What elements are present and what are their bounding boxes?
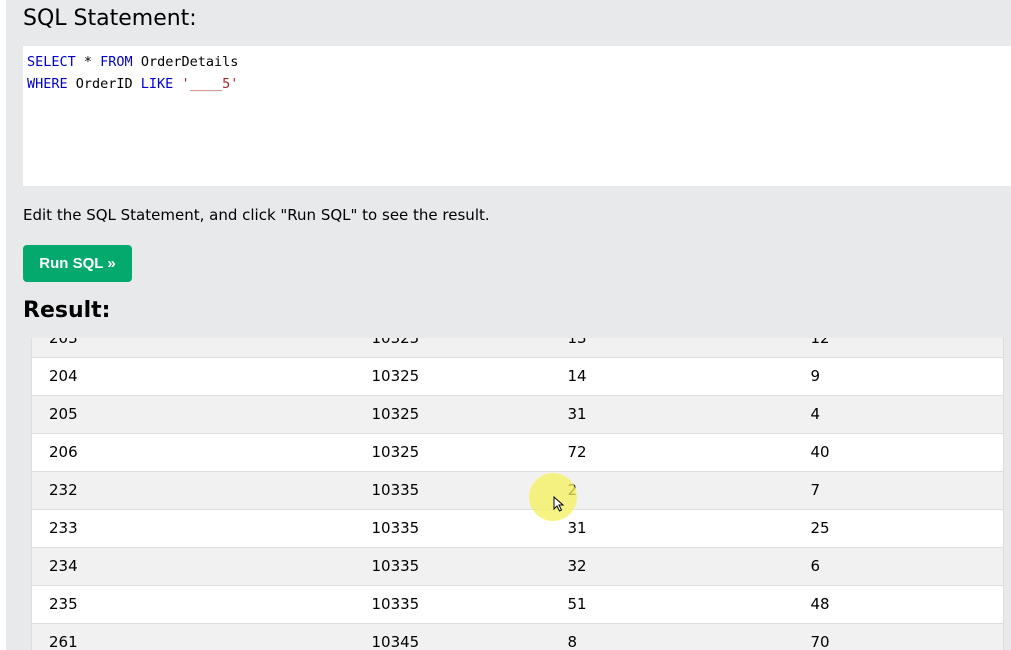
instructions-text: Edit the SQL Statement, and click "Run S… — [23, 206, 490, 224]
sql-statement-heading: SQL Statement: — [23, 6, 197, 31]
table-cell: 8 — [550, 623, 794, 650]
table-cell: 40 — [793, 433, 1004, 472]
sql-text: OrderID — [67, 76, 141, 92]
table-cell: 70 — [793, 623, 1004, 650]
sql-line-1: SELECT * FROM OrderDetails — [23, 51, 1011, 73]
table-cell: 4 — [793, 395, 1004, 434]
table-cell: 31 — [550, 509, 794, 548]
table-cell: 234 — [31, 547, 355, 586]
table-cell: 6 — [793, 547, 1004, 586]
table-cell: 10335 — [354, 509, 551, 548]
sql-keyword: WHERE — [27, 76, 68, 92]
table-cell: 31 — [550, 395, 794, 434]
table-row: 261 10345 8 70 — [31, 623, 1004, 650]
table-cell: 233 — [31, 509, 355, 548]
table-cell: 7 — [793, 471, 1004, 510]
table-cell: 51 — [550, 585, 794, 624]
sql-text: * — [75, 54, 101, 70]
table-row: 205 10325 31 4 — [31, 395, 1004, 434]
result-heading: Result: — [23, 298, 111, 323]
table-row: 203103251312 — [31, 338, 1004, 358]
table-row: 204 10325 14 9 — [31, 357, 1004, 396]
sql-string-literal: '____5' — [181, 76, 239, 92]
table-cell: 10335 — [354, 547, 551, 586]
table-cell: 2 — [550, 471, 794, 510]
run-sql-button[interactable]: Run SQL » — [23, 245, 132, 282]
sql-keyword: LIKE — [140, 76, 174, 92]
table-cell: 13 — [550, 338, 794, 358]
table-cell: 10335 — [354, 585, 551, 624]
sql-text: OrderDetails — [132, 54, 239, 70]
result-scroll-area[interactable]: 2031032513122041032514920510325314206103… — [31, 338, 1004, 650]
table-cell: 25 — [793, 509, 1004, 548]
sql-editor[interactable]: SELECT * FROM OrderDetails WHERE OrderID… — [23, 46, 1011, 186]
table-cell: 48 — [793, 585, 1004, 624]
table-cell: 261 — [31, 623, 355, 650]
table-cell: 9 — [793, 357, 1004, 396]
table-cell: 232 — [31, 471, 355, 510]
table-row: 235 10335 51 48 — [31, 585, 1004, 624]
sql-keyword: SELECT — [27, 54, 76, 70]
table-cell: 72 — [550, 433, 794, 472]
table-cell: 235 — [31, 585, 355, 624]
table-cell: 10345 — [354, 623, 551, 650]
table-cell: 14 — [550, 357, 794, 396]
table-cell: 10335 — [354, 471, 551, 510]
sql-line-2: WHERE OrderID LIKE '____5' — [23, 73, 1011, 95]
table-cell: 32 — [550, 547, 794, 586]
table-cell: 12 — [793, 338, 1004, 358]
table-cell: 10325 — [354, 395, 551, 434]
table-cell: 205 — [31, 395, 355, 434]
table-row: 206 10325 72 40 — [31, 433, 1004, 472]
table-row: 234 10335 32 6 — [31, 547, 1004, 586]
table-cell: 10325 — [354, 433, 551, 472]
table-cell: 204 — [31, 357, 355, 396]
table-cell: 203 — [31, 338, 355, 358]
table-cell: 10325 — [354, 357, 551, 396]
table-cell: 10325 — [354, 338, 551, 358]
table-cell: 206 — [31, 433, 355, 472]
table-row: 232 10335 2 7 — [31, 471, 1004, 510]
sql-keyword: FROM — [100, 54, 133, 70]
table-row: 233 10335 31 25 — [31, 509, 1004, 548]
result-table: 2031032513122041032514920510325314206103… — [31, 338, 1004, 650]
